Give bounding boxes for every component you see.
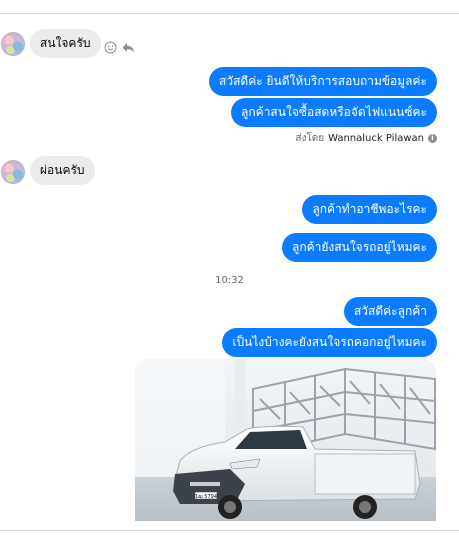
incoming-message[interactable]: สนใจครับ (30, 29, 101, 58)
reply-icon[interactable] (121, 40, 135, 54)
photo-attachment[interactable]: 1ฒ 5794 (135, 359, 436, 521)
incoming-message[interactable]: ผ่อนครับ (30, 156, 95, 185)
license-plate: 1ฒ 5794 (195, 494, 217, 500)
info-icon[interactable]: i (428, 134, 437, 143)
top-divider (0, 13, 459, 14)
sent-by-label: ส่งโดย Wannaluck Pilawan i (295, 131, 437, 146)
sent-by-prefix: ส่งโดย (295, 133, 325, 144)
outgoing-message[interactable]: สวัสดีค่ะ ยินดีให้บริการสอบถามข้อมูลค่ะ (209, 67, 437, 96)
outgoing-message[interactable]: ลูกค้าสนใจซื้อสดหรือจัดไฟแนนซ์คะ (231, 98, 437, 127)
contact-avatar[interactable] (1, 32, 25, 56)
contact-avatar[interactable] (1, 160, 25, 184)
bottom-divider (0, 530, 459, 531)
smiley-icon[interactable] (103, 40, 117, 54)
message-timestamp: 10:32 (215, 275, 244, 286)
outgoing-message[interactable]: สวัสดีค่ะลูกค้า (343, 297, 437, 326)
outgoing-message[interactable]: ลูกค้ายังสนใจรถอยู่ไหมคะ (282, 233, 437, 262)
sender-name[interactable]: Wannaluck Pilawan (328, 133, 424, 144)
outgoing-message[interactable]: เป็นไงบ้างคะยังสนใจรถคอกอยู่ไหมคะ (222, 328, 437, 357)
outgoing-message[interactable]: ลูกค้าทำอาชีพอะไรคะ (302, 195, 437, 224)
